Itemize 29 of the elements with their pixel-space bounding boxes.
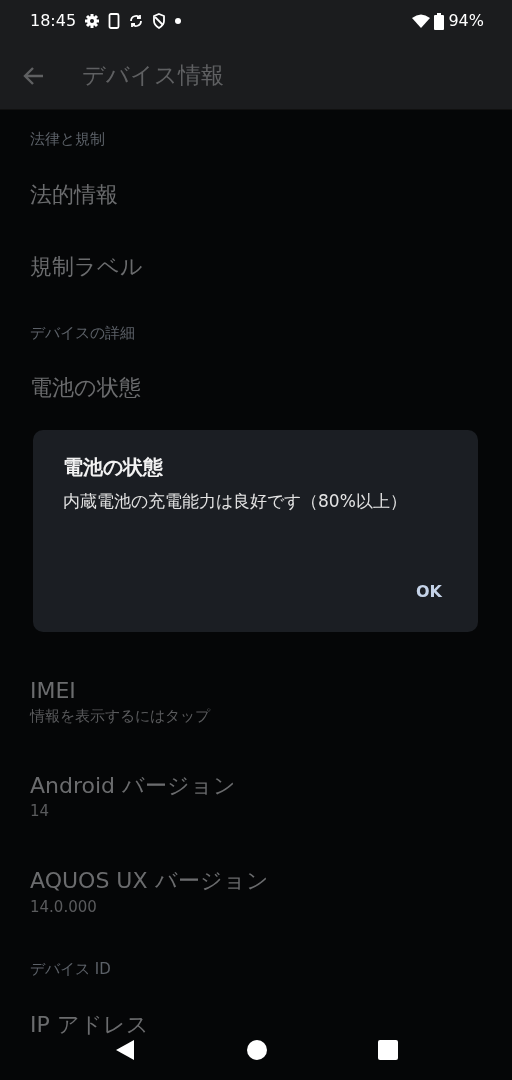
- page-title: デバイス情報: [82, 61, 224, 91]
- setting-title[interactable]: AQUOS UX バージョン: [30, 866, 269, 896]
- setting-subtitle: 14: [30, 801, 51, 823]
- setting-subtitle: 情報を表示するにはタップ: [30, 706, 212, 728]
- setting-title[interactable]: IMEI: [30, 676, 76, 706]
- phone-icon: [108, 13, 121, 29]
- back-icon[interactable]: [114, 1039, 136, 1061]
- setting-title[interactable]: 法的情報: [30, 180, 118, 210]
- section-header: 法律と規制: [29, 129, 106, 150]
- setting-title[interactable]: IP アドレス: [30, 1010, 149, 1040]
- setting-title[interactable]: Android バージョン: [30, 771, 237, 801]
- gear-icon: [84, 13, 101, 29]
- ok-button[interactable]: OK: [410, 576, 448, 608]
- shield-icon: [152, 13, 167, 29]
- status-time: 18:45: [30, 10, 77, 32]
- dialog-message: 内蔵電池の充電能力は良好です（80%以上）: [63, 490, 408, 513]
- section-header: デバイスの詳細: [29, 322, 136, 344]
- wifi-icon: [412, 14, 431, 28]
- home-icon[interactable]: [246, 1039, 268, 1061]
- sync-icon: [128, 13, 145, 29]
- back-arrow-icon[interactable]: [22, 65, 44, 86]
- battery-icon: [434, 12, 445, 30]
- section-header: デバイス ID: [29, 959, 112, 981]
- battery-percentage: 94%: [448, 10, 484, 32]
- setting-title[interactable]: 電池の状態: [30, 374, 141, 403]
- setting-title[interactable]: 規制ラベル: [30, 253, 143, 282]
- dialog-title: 電池の状態: [63, 454, 164, 481]
- dot-icon: [174, 17, 183, 25]
- setting-subtitle: 14.0.000: [30, 896, 98, 918]
